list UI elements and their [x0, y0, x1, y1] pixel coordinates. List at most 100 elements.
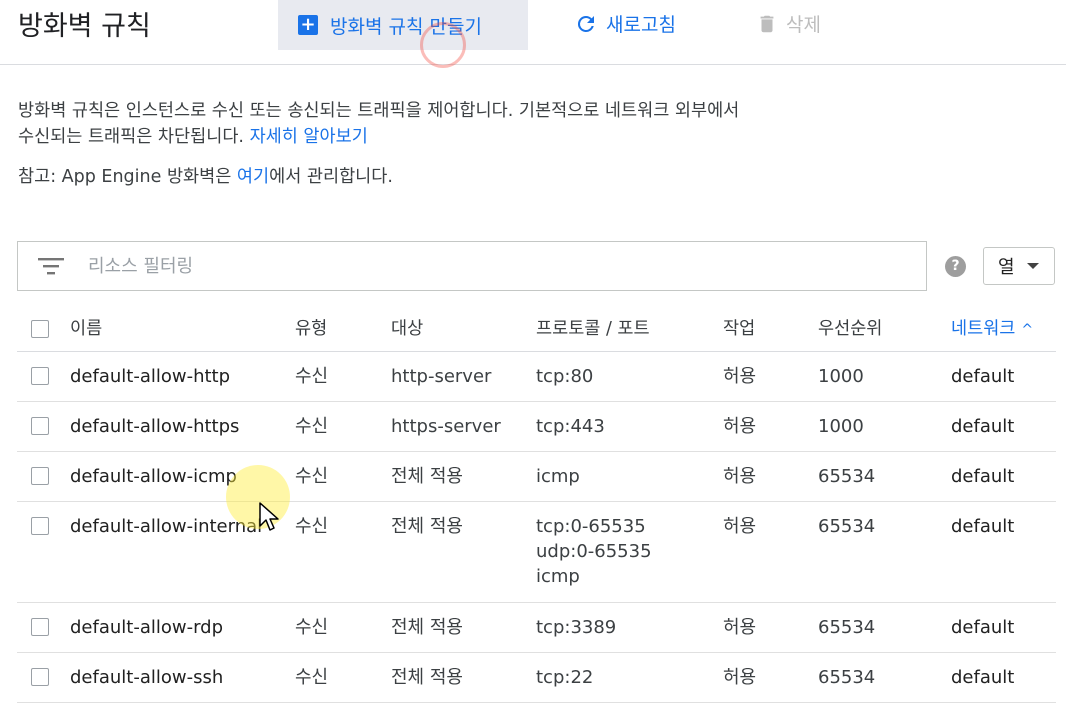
- page-header: 방화벽 규칙 + 방화벽 규칙 만들기 새로고침 삭제: [0, 0, 1066, 65]
- columns-label: 열: [998, 257, 1015, 278]
- header-target[interactable]: 대상: [391, 317, 423, 342]
- header-priority[interactable]: 우선순위: [818, 317, 882, 342]
- rule-type: 수신: [295, 416, 329, 437]
- rule-protocols: tcp:0-65535 udp:0-65535 icmp: [536, 514, 652, 589]
- rule-name[interactable]: default-allow-http: [70, 364, 230, 389]
- rule-network[interactable]: default: [951, 665, 1014, 690]
- firewall-rules-table: 이름 유형 대상 프로토콜 / 포트 작업 우선순위 네트워크 ^ default…: [17, 306, 1056, 703]
- note-prefix: 참고: App Engine 방화벽은: [18, 167, 237, 187]
- row-checkbox[interactable]: [31, 467, 49, 485]
- note-suffix: 에서 관리합니다.: [269, 167, 393, 187]
- row-checkbox[interactable]: [31, 668, 49, 686]
- protocol-port: icmp: [536, 566, 580, 587]
- protocol-port: tcp:443: [536, 416, 605, 437]
- rule-action: 허용: [723, 516, 757, 537]
- rule-target: http-server: [391, 366, 492, 387]
- delete-button[interactable]: 삭제: [756, 10, 821, 37]
- rule-target: 전체 적용: [391, 617, 463, 638]
- rule-target: 전체 적용: [391, 466, 463, 487]
- columns-dropdown[interactable]: 열: [983, 247, 1055, 285]
- rule-network[interactable]: default: [951, 615, 1014, 640]
- protocol-port: udp:0-65535: [536, 541, 652, 562]
- rule-name[interactable]: default-allow-rdp: [70, 615, 223, 640]
- row-checkbox[interactable]: [31, 417, 49, 435]
- filter-bar[interactable]: [17, 241, 927, 291]
- table-row[interactable]: default-allow-rdp 수신 전체 적용 허용 65534 default tc…: [17, 603, 1056, 653]
- rule-protocols: tcp:22: [536, 665, 593, 690]
- rule-action: 허용: [723, 466, 757, 487]
- rule-network[interactable]: default: [951, 464, 1014, 489]
- rule-action: 허용: [723, 416, 757, 437]
- rule-protocols: tcp:3389: [536, 615, 616, 640]
- page-title: 방화벽 규칙: [18, 11, 151, 42]
- rule-protocols: tcp:80: [536, 364, 593, 389]
- add-icon: +: [298, 15, 318, 35]
- header-network-label: 네트워크: [951, 319, 1016, 339]
- rule-protocols: tcp:443: [536, 414, 605, 439]
- protocol-port: icmp: [536, 466, 580, 487]
- row-checkbox[interactable]: [31, 367, 49, 385]
- row-checkbox[interactable]: [31, 517, 49, 535]
- rule-priority: 1000: [818, 416, 864, 437]
- learn-more-link[interactable]: 자세히 알아보기: [250, 127, 368, 147]
- header-network[interactable]: 네트워크 ^: [951, 317, 1033, 343]
- rule-target: 전체 적용: [391, 516, 463, 537]
- refresh-label: 새로고침: [606, 14, 676, 36]
- protocol-port: tcp:3389: [536, 617, 617, 638]
- header-type[interactable]: 유형: [295, 317, 327, 342]
- description-body: 방화벽 규칙은 인스턴스로 수신 또는 송신되는 트래픽을 제어합니다. 기본적…: [18, 101, 740, 147]
- rule-network[interactable]: default: [951, 514, 1014, 539]
- rule-name[interactable]: default-allow-https: [70, 414, 239, 439]
- rule-priority: 65534: [818, 516, 876, 537]
- table-body: default-allow-http 수신 http-server 허용 1000 def…: [17, 352, 1056, 703]
- rule-type: 수신: [295, 366, 329, 387]
- rule-action: 허용: [723, 667, 757, 688]
- refresh-button[interactable]: 새로고침: [574, 10, 676, 37]
- row-checkbox[interactable]: [31, 618, 49, 636]
- table-row[interactable]: default-allow-ssh 수신 전체 적용 허용 65534 default tc…: [17, 653, 1056, 703]
- header-action[interactable]: 작업: [723, 317, 755, 342]
- trash-icon: [760, 15, 774, 32]
- table-row[interactable]: default-allow-http 수신 http-server 허용 1000 def…: [17, 352, 1056, 402]
- rule-priority: 65534: [818, 617, 876, 638]
- table-row[interactable]: default-allow-https 수신 https-server 허용 1000 d…: [17, 402, 1056, 452]
- rule-name[interactable]: default-allow-icmp: [70, 464, 237, 489]
- sort-ascending-icon: ^: [1021, 322, 1034, 338]
- rule-target: https-server: [391, 416, 501, 437]
- table-header-row: 이름 유형 대상 프로토콜 / 포트 작업 우선순위 네트워크 ^: [17, 306, 1056, 352]
- rule-network[interactable]: default: [951, 414, 1014, 439]
- chevron-down-icon: [1026, 263, 1039, 269]
- rule-type: 수신: [295, 466, 329, 487]
- rule-action: 허용: [723, 617, 757, 638]
- table-row[interactable]: default-allow-icmp 수신 전체 적용 허용 65534 default i…: [17, 452, 1056, 502]
- select-all-checkbox[interactable]: [31, 320, 49, 338]
- rule-action: 허용: [723, 366, 757, 387]
- description-text: 방화벽 규칙은 인스턴스로 수신 또는 송신되는 트래픽을 제어합니다. 기본적…: [18, 98, 758, 150]
- rule-type: 수신: [295, 516, 329, 537]
- rule-priority: 65534: [818, 667, 876, 688]
- protocol-port: tcp:22: [536, 667, 594, 688]
- filter-input[interactable]: [86, 254, 926, 278]
- rule-protocols: icmp: [536, 464, 580, 489]
- protocol-port: tcp:80: [536, 366, 594, 387]
- rule-priority: 65534: [818, 466, 876, 487]
- header-name[interactable]: 이름: [70, 317, 102, 342]
- help-icon[interactable]: ?: [945, 256, 966, 277]
- rule-name[interactable]: default-allow-ssh: [70, 665, 223, 690]
- header-protocol[interactable]: 프로토콜 / 포트: [536, 317, 650, 342]
- refresh-icon: [577, 15, 594, 32]
- filter-icon: [38, 258, 64, 275]
- create-button-label: 방화벽 규칙 만들기: [330, 15, 482, 38]
- rule-type: 수신: [295, 667, 329, 688]
- app-engine-note: 참고: App Engine 방화벽은 여기에서 관리합니다.: [18, 164, 393, 190]
- rule-target: 전체 적용: [391, 667, 463, 688]
- protocol-port: tcp:0-65535: [536, 516, 646, 537]
- create-firewall-rule-button[interactable]: + 방화벽 규칙 만들기: [278, 0, 528, 50]
- rule-name[interactable]: default-allow-internal: [70, 514, 262, 539]
- delete-label: 삭제: [786, 14, 821, 36]
- table-row[interactable]: default-allow-internal 수신 전체 적용 허용 65534 defa…: [17, 502, 1056, 603]
- rule-network[interactable]: default: [951, 364, 1014, 389]
- rule-priority: 1000: [818, 366, 864, 387]
- rule-type: 수신: [295, 617, 329, 638]
- app-engine-link[interactable]: 여기: [237, 167, 269, 187]
